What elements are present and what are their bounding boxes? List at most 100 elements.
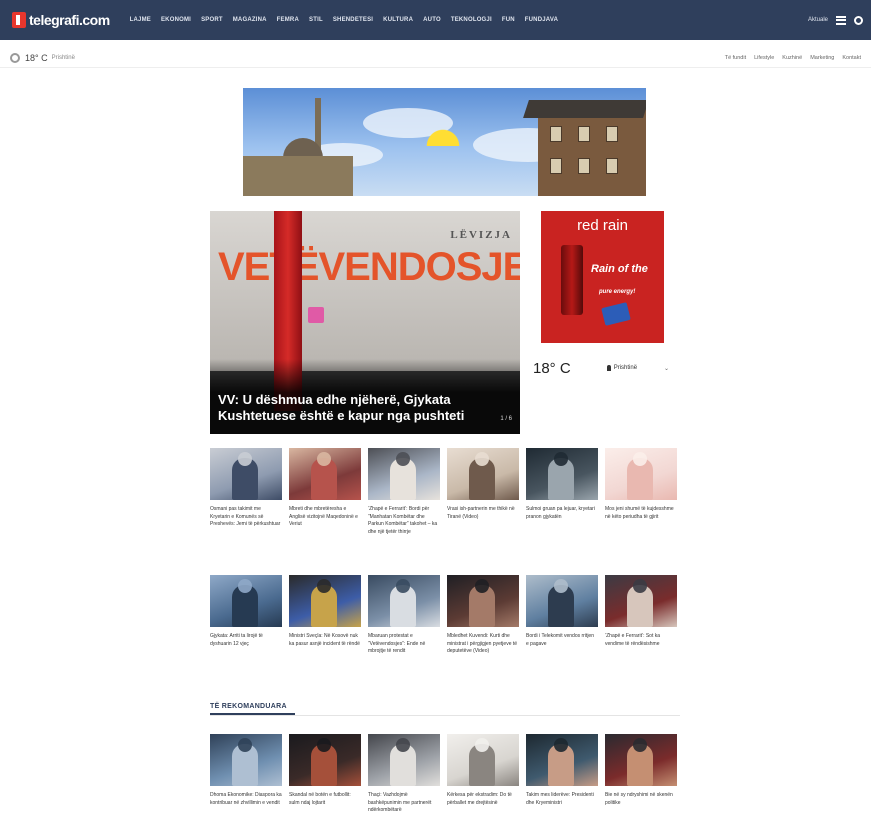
location-pin-icon bbox=[606, 365, 611, 371]
article-card[interactable]: Dhoma Ekonomike: Diaspora ka kontribuar … bbox=[210, 734, 282, 832]
article-caption[interactable]: Takim mes liderëve: Presidenti dhe Kryem… bbox=[526, 792, 598, 832]
article-card[interactable]: Kërkesa për ekstradim: Do të përballet m… bbox=[447, 734, 519, 832]
article-thumbnail bbox=[526, 575, 598, 627]
article-caption[interactable]: Osmani pas takimit me Kryetarin e Komunë… bbox=[210, 506, 282, 546]
article-card[interactable]: ‘Zhapë e Ferrarit’: Bordi për “Manhatan … bbox=[368, 448, 440, 546]
hero-title[interactable]: VV: U dëshmua edhe njëherë, Gjykata Kush… bbox=[218, 392, 488, 425]
ad-slogan-2: pure energy! bbox=[599, 289, 636, 295]
article-caption[interactable]: Skandal në botën e futbollit: sulm ndaj … bbox=[289, 792, 361, 832]
article-caption[interactable]: Mbaruan protestat e “Vetëvendosjes”: End… bbox=[368, 633, 440, 673]
nav-item[interactable]: FEMRA bbox=[277, 17, 299, 23]
article-caption[interactable]: Bie në sy ndryshimi në skenën politike bbox=[605, 792, 677, 832]
article-thumbnail bbox=[605, 575, 677, 627]
side-ad[interactable]: red rain Rain of the pure energy! bbox=[541, 211, 664, 343]
site-logo[interactable]: telegrafi.com bbox=[12, 12, 110, 28]
nav-item[interactable]: MAGAZINA bbox=[233, 17, 267, 23]
article-caption[interactable]: ‘Zhapë e Ferrarit’: Bordi për “Manhatan … bbox=[368, 506, 440, 546]
article-thumbnail bbox=[447, 448, 519, 500]
weather-location-select[interactable]: Prishtinë bbox=[606, 365, 638, 371]
nav-item[interactable]: KULTURA bbox=[383, 17, 413, 23]
article-thumbnail bbox=[447, 575, 519, 627]
article-thumbnail bbox=[368, 448, 440, 500]
article-caption[interactable]: Mbreti dhe mbretëresha e Anglisë vizitoj… bbox=[289, 506, 361, 546]
article-card[interactable]: Mos jeni shumë të kujdesshme në këto per… bbox=[605, 448, 677, 546]
article-caption[interactable]: Ministri Sveçla: Në Kosovë nuk ka pasur … bbox=[289, 633, 361, 673]
weather-subbar: 18° C Prishtinë Të fundit Lifestyle Kuzh… bbox=[0, 48, 871, 68]
article-card[interactable]: Vrasi ish-partnerin me thikë në Tiranë (… bbox=[447, 448, 519, 546]
search-icon[interactable] bbox=[854, 15, 863, 25]
article-card[interactable]: Bordi i Telekomit vendos rritjen e pagav… bbox=[526, 575, 598, 673]
subbar-city[interactable]: Prishtinë bbox=[52, 55, 75, 61]
hero-article[interactable]: VETËVENDOSJE! LËVIZJA VV: U dëshmua edhe… bbox=[210, 211, 520, 434]
nav-item[interactable]: STIL bbox=[309, 17, 323, 23]
article-caption[interactable]: Bordi i Telekomit vendos rritjen e pagav… bbox=[526, 633, 598, 673]
main-nav: LAJME EKONOMI SPORT MAGAZINA FEMRA STIL … bbox=[130, 17, 559, 23]
nav-item[interactable]: AUTO bbox=[423, 17, 441, 23]
top-navigation-bar: telegrafi.com LAJME EKONOMI SPORT MAGAZI… bbox=[0, 0, 871, 40]
subbar-link[interactable]: Kontakt bbox=[842, 55, 861, 61]
hero-wall-text-2: LËVIZJA bbox=[450, 229, 512, 241]
article-card[interactable]: Bie në sy ndryshimi në skenën politike bbox=[605, 734, 677, 832]
article-caption[interactable]: Vrasi ish-partnerin me thikë në Tiranë (… bbox=[447, 506, 519, 546]
ad-title: red rain bbox=[577, 217, 628, 234]
article-caption[interactable]: Mos jeni shumë të kujdesshme në këto per… bbox=[605, 506, 677, 546]
subbar-link[interactable]: Lifestyle bbox=[754, 55, 774, 61]
subbar-link[interactable]: Marketing bbox=[810, 55, 834, 61]
article-caption[interactable]: Dhoma Ekonomike: Diaspora ka kontribuar … bbox=[210, 792, 282, 832]
article-caption[interactable]: ‘Zhapë e Ferrarit’: Sot ka vendime të rë… bbox=[605, 633, 677, 673]
article-caption[interactable]: Kërkesa për ekstradim: Do të përballet m… bbox=[447, 792, 519, 832]
banner-ad[interactable] bbox=[243, 88, 646, 196]
hero-slide-counter: 1 / 6 bbox=[500, 416, 512, 422]
article-thumbnail bbox=[289, 575, 361, 627]
aktuale-link[interactable]: Aktuale bbox=[808, 17, 828, 23]
subbar-link[interactable]: Kuzhinë bbox=[782, 55, 802, 61]
article-card[interactable]: Osmani pas takimit me Kryetarin e Komunë… bbox=[210, 448, 282, 546]
hero-image: VETËVENDOSJE! LËVIZJA bbox=[210, 211, 520, 371]
banner-logo bbox=[403, 118, 483, 188]
articles-grid-2: Gjykata: Arriti ta lirojë të dyshuarin 1… bbox=[210, 575, 680, 673]
article-thumbnail bbox=[605, 734, 677, 786]
logo-text: telegrafi.com bbox=[29, 12, 110, 28]
nav-item[interactable]: FUN bbox=[502, 17, 515, 23]
article-card[interactable]: Mbledhet Kuvendi: Kurti dhe ministrat i … bbox=[447, 575, 519, 673]
nav-item[interactable]: TEKNOLOGJI bbox=[451, 17, 492, 23]
article-caption[interactable]: Sulmoi gruan pa lejuar, kryetari pranon … bbox=[526, 506, 598, 546]
article-card[interactable]: Skandal në botën e futbollit: sulm ndaj … bbox=[289, 734, 361, 832]
subbar-temperature: 18° C bbox=[25, 52, 48, 63]
nav-item[interactable]: SPORT bbox=[201, 17, 223, 23]
weather-location: Prishtinë bbox=[613, 365, 638, 371]
drink-can-shape bbox=[561, 245, 583, 315]
article-card[interactable]: Ministri Sveçla: Në Kosovë nuk ka pasur … bbox=[289, 575, 361, 673]
section-title-recommended[interactable]: TË REKOMANDUARA bbox=[210, 703, 287, 710]
articles-grid-1: Osmani pas takimit me Kryetarin e Komunë… bbox=[210, 448, 680, 546]
mosque-shape bbox=[243, 156, 353, 196]
nav-item[interactable]: LAJME bbox=[130, 17, 151, 23]
article-thumbnail bbox=[526, 448, 598, 500]
sun-icon bbox=[10, 52, 20, 63]
watermark-icon bbox=[308, 307, 324, 323]
article-caption[interactable]: Thaçi: Vazhdojmë bashkëpunimin me partne… bbox=[368, 792, 440, 832]
article-card[interactable]: Takim mes liderëve: Presidenti dhe Kryem… bbox=[526, 734, 598, 832]
nav-item[interactable]: SHENDETESI bbox=[333, 17, 373, 23]
article-caption[interactable]: Mbledhet Kuvendi: Kurti dhe ministrat i … bbox=[447, 633, 519, 673]
weather-temperature: 18° C bbox=[533, 359, 571, 377]
hero-wall-text: VETËVENDOSJE! bbox=[218, 245, 520, 289]
article-card[interactable]: Mbaruan protestat e “Vetëvendosjes”: End… bbox=[368, 575, 440, 673]
menu-icon[interactable] bbox=[836, 15, 846, 25]
article-card[interactable]: Mbreti dhe mbretëresha e Anglisë vizitoj… bbox=[289, 448, 361, 546]
nav-right: Aktuale bbox=[808, 15, 863, 25]
article-caption[interactable]: Gjykata: Arriti ta lirojë të dyshuarin 1… bbox=[210, 633, 282, 673]
subbar-links: Të fundit Lifestyle Kuzhinë Marketing Ko… bbox=[725, 55, 861, 61]
chevron-down-icon[interactable]: ⌄ bbox=[664, 365, 669, 372]
article-card[interactable]: Gjykata: Arriti ta lirojë të dyshuarin 1… bbox=[210, 575, 282, 673]
article-card[interactable]: ‘Zhapë e Ferrarit’: Sot ka vendime të rë… bbox=[605, 575, 677, 673]
nav-item[interactable]: EKONOMI bbox=[161, 17, 191, 23]
article-thumbnail bbox=[289, 448, 361, 500]
logo-icon bbox=[12, 12, 26, 28]
article-thumbnail bbox=[368, 734, 440, 786]
nav-item[interactable]: FUNDJAVA bbox=[525, 17, 558, 23]
article-card[interactable]: Thaçi: Vazhdojmë bashkëpunimin me partne… bbox=[368, 734, 440, 832]
article-card[interactable]: Sulmoi gruan pa lejuar, kryetari pranon … bbox=[526, 448, 598, 546]
pack-shape bbox=[601, 302, 631, 326]
subbar-link[interactable]: Të fundit bbox=[725, 55, 746, 61]
